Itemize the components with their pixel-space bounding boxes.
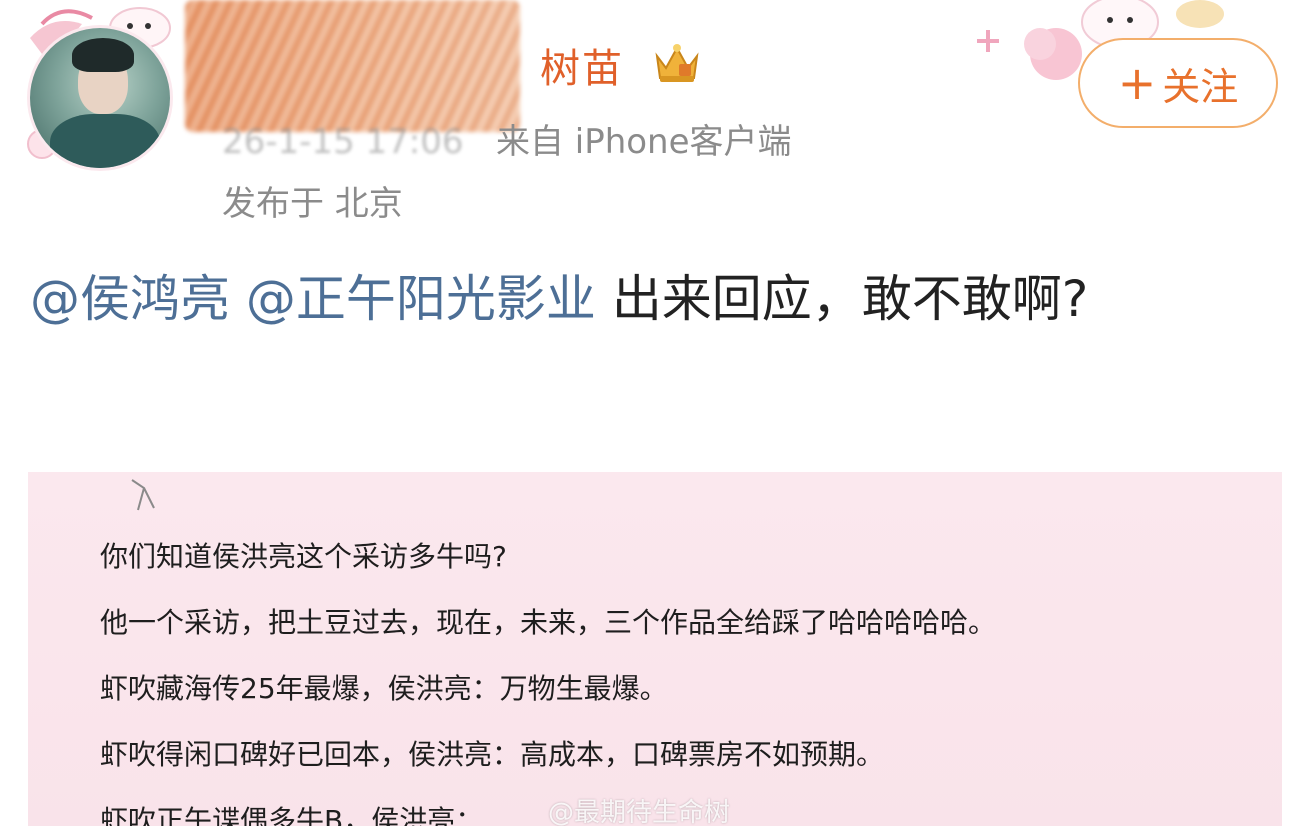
sketch-doodle: [131, 479, 155, 511]
image-text-line: 虾吹得闲口碑好已回本，侯洪亮：高成本，口碑票房不如预期。: [100, 738, 885, 771]
avatar-figure-body: [50, 114, 160, 168]
mention-link-2[interactable]: @正午阳光影业: [246, 270, 596, 328]
post-content: @侯鸿亮 @正午阳光影业 出来回应，敢不敢啊?: [30, 262, 1230, 336]
mention-link-1[interactable]: @侯鸿亮: [30, 270, 230, 328]
image-text-block: 你们知道侯洪亮这个采访多牛吗? 他一个采访，把土豆过去，现在，未来，三个作品全给…: [100, 524, 1250, 826]
image-text-line: 你们知道侯洪亮这个采访多牛吗?: [100, 540, 507, 573]
image-text-line: 他一个采访，把土豆过去，现在，未来，三个作品全给踩了哈哈哈哈哈。: [100, 606, 997, 639]
post-image[interactable]: 你们知道侯洪亮这个采访多牛吗? 他一个采访，把土豆过去，现在，未来，三个作品全给…: [28, 472, 1282, 826]
follow-button-label: 关注: [1162, 64, 1239, 109]
image-text-line: 虾吹藏海传25年最爆，侯洪亮：万物生最爆。: [100, 672, 668, 705]
post-location: 发布于 北京: [222, 184, 403, 224]
user-avatar[interactable]: [30, 28, 170, 168]
image-watermark: @最期待生命树: [548, 798, 731, 826]
post-meta: 26-1-15 17:06 来自 iPhone客户端: [222, 114, 792, 163]
author-name[interactable]: 树苗: [540, 36, 624, 94]
post-text-body: 出来回应，敢不敢啊?: [611, 270, 1089, 328]
post-source: 来自 iPhone客户端: [495, 122, 792, 162]
post-timestamp: 26-1-15 17:06: [222, 122, 464, 162]
plus-icon: +: [1117, 56, 1157, 110]
redacted-area: [185, 0, 520, 132]
crown-icon: [655, 44, 699, 82]
follow-button[interactable]: + 关注: [1078, 38, 1278, 128]
avatar-figure-hair: [72, 38, 134, 72]
